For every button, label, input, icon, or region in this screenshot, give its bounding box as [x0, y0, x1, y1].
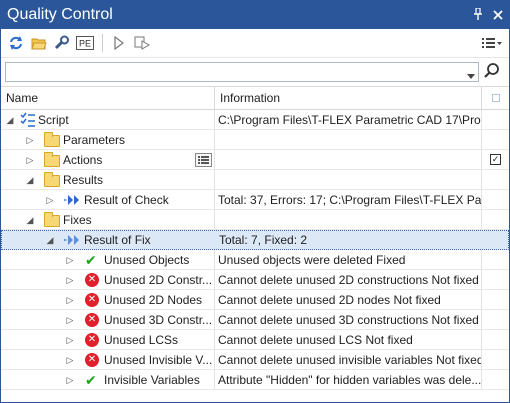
column-information-header[interactable]: Information: [215, 87, 482, 109]
folder-icon: [44, 172, 60, 188]
run-step-icon[interactable]: [131, 32, 153, 54]
actions-checkbox[interactable]: ✓: [490, 154, 501, 165]
error-icon: ✕: [85, 292, 101, 308]
svg-text:PE: PE: [79, 39, 91, 49]
folder-icon: [44, 132, 60, 148]
settings-wrench-icon[interactable]: [51, 32, 73, 54]
expand-arrow-icon[interactable]: ▷: [65, 355, 75, 365]
tree-row-unused-2d-nodes[interactable]: ▷ ✕ Unused 2D Nodes Cannot delete unused…: [1, 290, 509, 310]
tree-row-label: Parameters: [63, 133, 126, 147]
expand-arrow-icon[interactable]: ▷: [65, 255, 75, 265]
tree-row-label: Unused 3D Constr...: [104, 313, 213, 327]
tree-row-label: Invisible Variables: [104, 373, 200, 387]
row-information: Cannot delete unused LCS Not fixed: [215, 330, 482, 349]
row-information: [215, 130, 482, 149]
expand-arrow-icon[interactable]: ▷: [65, 295, 75, 305]
tree-row-fixes[interactable]: ◢ Fixes: [1, 210, 509, 230]
tree-row-unused-objects[interactable]: ▷ ✔ Unused Objects Unused objects were d…: [1, 250, 509, 270]
quality-control-panel: Quality Control PE Name Information ◢ Sc…: [0, 0, 510, 403]
row-information: Cannot delete unused 2D constructions No…: [215, 270, 482, 289]
column-check-header[interactable]: [482, 87, 509, 109]
close-icon[interactable]: [489, 8, 507, 23]
tree-row-unused-invisible-variables[interactable]: ▷ ✕ Unused Invisible V... Cannot delete …: [1, 350, 509, 370]
expand-arrow-icon[interactable]: ▷: [25, 155, 35, 165]
row-information: Cannot delete unused invisible variables…: [215, 350, 482, 369]
error-icon: ✕: [85, 312, 101, 328]
expand-arrow-icon[interactable]: ▷: [65, 315, 75, 325]
row-information: [215, 170, 482, 189]
expand-arrow-icon[interactable]: ▷: [65, 275, 75, 285]
expand-arrow-icon[interactable]: ▷: [45, 195, 55, 205]
tree-row-label: Results: [63, 173, 104, 187]
tree-row-script[interactable]: ◢ Script C:\Program Files\T-FLEX Paramet…: [1, 110, 509, 130]
tree-row-unused-2d-constructions[interactable]: ▷ ✕ Unused 2D Constr... Cannot delete un…: [1, 270, 509, 290]
check-icon: ✔: [85, 372, 97, 388]
tree-row-unused-lcss[interactable]: ▷ ✕ Unused LCSs Cannot delete unused LCS…: [1, 330, 509, 350]
tree-row-label: Script: [38, 113, 69, 127]
toolbar: PE: [1, 29, 509, 58]
tree-row-unused-3d-constructions[interactable]: ▷ ✕ Unused 3D Constr... Cannot delete un…: [1, 310, 509, 330]
search-icon[interactable]: [483, 62, 501, 83]
collapse-arrow-icon[interactable]: ◢: [5, 115, 15, 125]
row-information: Unused objects were deleted Fixed: [215, 250, 482, 269]
collapse-arrow-icon[interactable]: ◢: [25, 215, 35, 225]
tree-row-parameters[interactable]: ▷ Parameters: [1, 130, 509, 150]
properties-icon[interactable]: PE: [74, 32, 96, 54]
column-header: Name Information: [1, 86, 509, 110]
tree-list: ◢ Script C:\Program Files\T-FLEX Paramet…: [1, 110, 509, 390]
check-icon: ✔: [85, 252, 97, 268]
tree-row-label: Result of Check: [84, 193, 169, 207]
row-information: Cannot delete unused 2D nodes Not fixed: [215, 290, 482, 309]
error-icon: ✕: [85, 272, 101, 288]
window-title: Quality Control: [7, 6, 113, 23]
error-icon: ✕: [85, 332, 101, 348]
expand-arrow-icon[interactable]: ▷: [65, 375, 75, 385]
tree-row-label: Unused LCSs: [104, 333, 179, 347]
refresh-icon[interactable]: [5, 32, 27, 54]
result-arrow-icon: [64, 232, 80, 248]
search-row: [1, 58, 509, 86]
tree-row-result-of-fix[interactable]: ◢ Result of Fix Total: 7, Fixed: 2: [1, 230, 509, 250]
row-information: C:\Program Files\T-FLEX Parametric CAD 1…: [215, 110, 482, 129]
collapse-arrow-icon[interactable]: ◢: [25, 175, 35, 185]
chevron-down-icon[interactable]: [467, 68, 475, 82]
error-icon: ✕: [85, 352, 101, 368]
script-icon: [20, 112, 36, 128]
collapse-arrow-icon[interactable]: ◢: [45, 235, 55, 245]
tree-row-label: Unused 2D Constr...: [104, 273, 213, 287]
search-input[interactable]: [6, 63, 462, 81]
result-arrow-icon: [64, 192, 80, 208]
tree-row-results[interactable]: ◢ Results: [1, 170, 509, 190]
row-information: Cannot delete unused 3D constructions No…: [215, 310, 482, 329]
expand-arrow-icon[interactable]: ▷: [25, 135, 35, 145]
tree-row-label: Fixes: [63, 213, 92, 227]
row-information: [215, 150, 482, 169]
tree-row-label: Result of Fix: [84, 233, 151, 247]
run-icon[interactable]: [108, 32, 130, 54]
toolbar-separator: [102, 34, 103, 52]
tree-row-actions[interactable]: ▷ Actions ✓: [1, 150, 509, 170]
row-information: Total: 37, Errors: 17; C:\Program Files\…: [215, 190, 482, 209]
folder-icon: [44, 152, 60, 168]
search-combobox[interactable]: [5, 62, 479, 82]
list-edit-icon[interactable]: [195, 153, 212, 167]
tree-row-label: Unused Objects: [104, 253, 190, 267]
row-information: [215, 210, 482, 229]
expand-arrow-icon[interactable]: ▷: [65, 335, 75, 345]
tree-row-label: Actions: [63, 153, 103, 167]
tree-row-label: Unused 2D Nodes: [104, 293, 203, 307]
pin-icon[interactable]: [469, 6, 487, 23]
row-information: Total: 7, Fixed: 2: [219, 233, 308, 247]
title-bar: Quality Control: [1, 1, 509, 29]
tree-row-result-of-check[interactable]: ▷ Result of Check Total: 37, Errors: 17;…: [1, 190, 509, 210]
tree-row-label: Unused Invisible V...: [104, 353, 213, 367]
folder-icon: [44, 212, 60, 228]
column-name-header[interactable]: Name: [1, 87, 215, 109]
list-menu-icon[interactable]: [481, 32, 503, 54]
open-folder-icon[interactable]: [28, 32, 50, 54]
tree-row-invisible-variables[interactable]: ▷ ✔ Invisible Variables Attribute "Hidde…: [1, 370, 509, 390]
row-information: Attribute "Hidden" for hidden variables …: [215, 370, 482, 389]
